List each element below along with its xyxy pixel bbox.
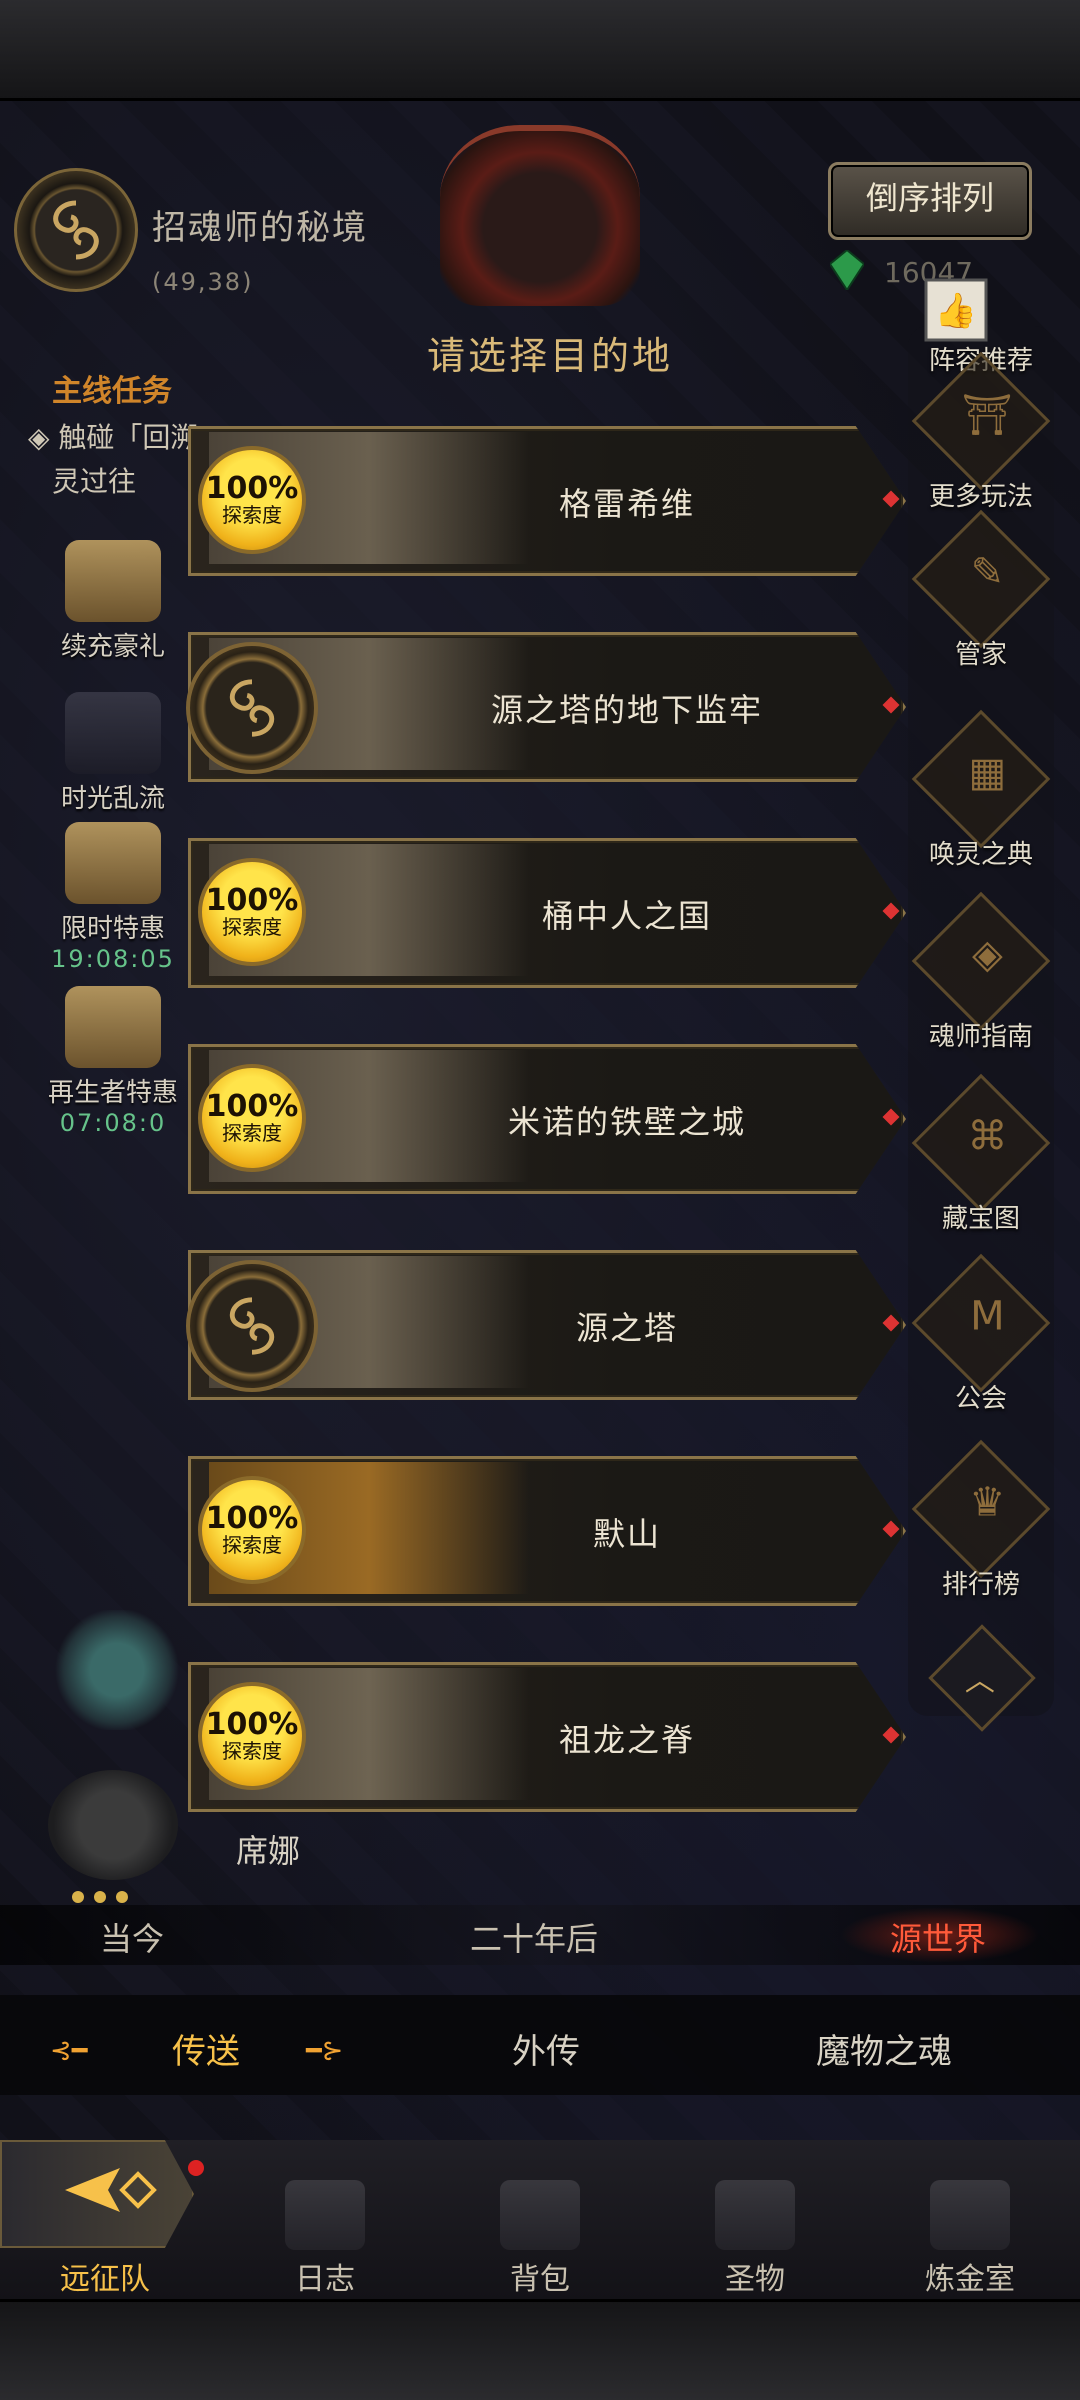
relic-icon [715, 2180, 795, 2250]
bottom-frame [0, 2299, 1080, 2400]
nav-alchemy[interactable]: 炼金室 [895, 2180, 1045, 2298]
backpack-icon [500, 2180, 580, 2250]
gift-statue-icon [65, 540, 161, 622]
journal-icon [285, 2180, 365, 2250]
quest-description-cont[interactable]: 灵过往 [52, 460, 136, 500]
tab-teleport[interactable]: 传送 [172, 2024, 240, 2073]
location-pin-icon [882, 1314, 900, 1332]
reverse-sort-button[interactable]: 倒序排列 [828, 162, 1032, 240]
guild-button[interactable]: M 公会 [908, 1253, 1054, 1415]
portal-decoration [440, 125, 640, 306]
gate-icon: ⛩ [911, 351, 1051, 491]
location-pin-icon [882, 902, 900, 920]
quill-icon: ✎ [911, 509, 1051, 649]
guide-button[interactable]: ◈ 魂师指南 [908, 891, 1054, 1053]
limited-offer-timer: 19:08:05 [51, 945, 175, 973]
exploration-progress-badge: 100% 探索度 [198, 1682, 306, 1790]
gem-icon [830, 250, 864, 290]
limited-offer-button[interactable]: 限时特惠 19:08:05 [28, 822, 198, 973]
more-modes-button[interactable]: ⛩ 更多玩法 [908, 351, 1054, 513]
era-tab-present[interactable]: 当今 [100, 1914, 164, 1960]
tab-side-story[interactable]: 外传 [512, 2024, 580, 2073]
thumbs-up-icon: 👍 [924, 278, 988, 342]
exploration-progress-badge: 100% 探索度 [198, 1476, 306, 1584]
guild-emblem-icon: M [911, 1253, 1051, 1393]
recharge-gift-button[interactable]: 续充豪礼 [28, 540, 198, 663]
location-pin-icon [882, 1108, 900, 1126]
expedition-arrow-icon [65, 2168, 157, 2212]
location-pin-icon [882, 490, 900, 508]
nav-journal[interactable]: 日志 [250, 2180, 400, 2298]
location-name: 招魂师的秘境 [152, 208, 368, 248]
nav-backpack[interactable]: 背包 [465, 2180, 615, 2298]
time-rift-button[interactable]: 时光乱流 [28, 692, 198, 815]
exploration-progress-badge: 100% 探索度 [198, 858, 306, 966]
butler-button[interactable]: ✎ 管家 [908, 509, 1054, 671]
location-pin-icon [882, 1520, 900, 1538]
nav-relics[interactable]: 圣物 [680, 2180, 830, 2298]
location-emblem-icon [14, 168, 138, 292]
reborn-offer-timer: 07:08:0 [59, 1109, 167, 1137]
location-pin-icon [882, 1726, 900, 1744]
reborn-offer-button[interactable]: 再生者特惠 07:08:0 [28, 986, 198, 1137]
spiral-emblem-icon [186, 1260, 318, 1392]
era-tab-twenty-years[interactable]: 二十年后 [470, 1914, 598, 1960]
quest-title[interactable]: 主线任务 [52, 366, 172, 410]
treasure-map-button[interactable]: ⌘ 藏宝图 [908, 1073, 1054, 1235]
gift-box-icon [65, 822, 161, 904]
location-pin-icon [882, 696, 900, 714]
companion-name: 席娜 [236, 1832, 301, 1870]
shield-icon: ◈ [911, 891, 1051, 1031]
tab-monster-soul[interactable]: 魔物之魂 [816, 2024, 952, 2073]
tab-ornament-right-icon: ━⊱ [306, 2036, 344, 2066]
exploration-progress-badge: 100% 探索度 [198, 1064, 306, 1172]
tab-ornament-left-icon: ⊰━ [50, 2036, 88, 2066]
top-frame [0, 0, 1080, 101]
time-rift-icon [65, 692, 161, 774]
companion-crest-icon[interactable] [52, 1610, 182, 1730]
location-coords: (49,38) [152, 268, 254, 296]
scroll-icon: ⌘ [911, 1073, 1051, 1213]
nav-expedition[interactable]: 远征队 [30, 2250, 180, 2298]
summon-codex-button[interactable]: ▦ 唤灵之典 [908, 709, 1054, 871]
trophy-icon: ♛ [911, 1439, 1051, 1579]
book-icon: ▦ [911, 709, 1051, 849]
svg-text:👍: 👍 [935, 291, 977, 331]
era-tab-source-world[interactable]: 源世界 [890, 1914, 986, 1960]
leaderboard-button[interactable]: ♛ 排行榜 [908, 1439, 1054, 1601]
fist-icon[interactable] [48, 1770, 178, 1880]
exploration-progress-badge: 100% 探索度 [198, 446, 306, 554]
chevron-up-icon: ︿ [964, 1663, 995, 1699]
notification-dot [188, 2160, 204, 2176]
gift-box-icon [65, 986, 161, 1068]
spiral-emblem-icon [186, 642, 318, 774]
alchemy-icon [930, 2180, 1010, 2250]
